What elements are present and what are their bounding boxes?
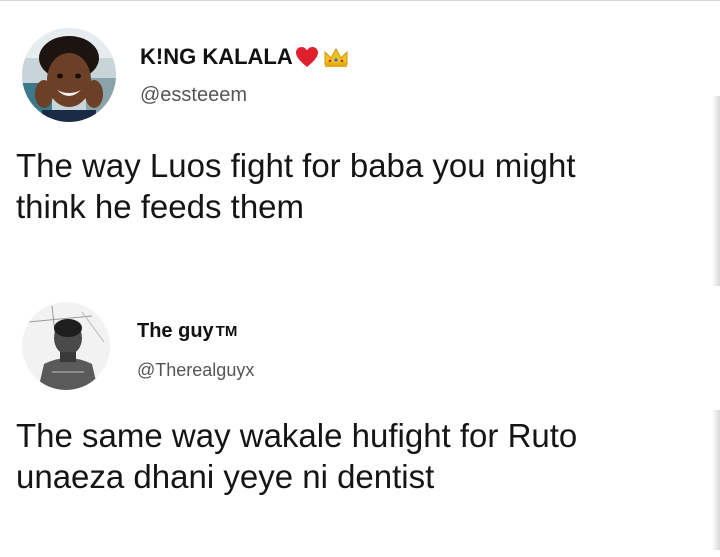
author-name-row[interactable]: K!NG KALALA	[140, 44, 349, 70]
display-name[interactable]: K!NG KALALA	[140, 44, 293, 70]
tweet-text-line: think he feeds them	[16, 187, 305, 225]
tweet-text: The way Luos fight for baba you might th…	[16, 146, 576, 227]
trademark-suffix: TM	[215, 323, 238, 340]
tweet-text-line: unaeza dhani yeye ni dentist	[16, 457, 435, 495]
tweet-text-line: The same way wakale hufight for Ruto	[16, 417, 578, 454]
scrollbar-edge-lower	[712, 410, 720, 550]
tweet-card[interactable]: The guy TM @Therealguyx The same way wak…	[0, 280, 712, 557]
crown-icon	[323, 46, 349, 68]
author-handle[interactable]: @Therealguyx	[137, 360, 254, 381]
display-name[interactable]: The guy	[137, 320, 214, 343]
heart-icon	[295, 46, 319, 68]
tweet-text-line: The way Luos fight for baba you might	[16, 147, 576, 184]
tweet-card[interactable]: K!NG KALALA @essteeem The way Luos fight…	[0, 0, 712, 280]
author-handle[interactable]: @essteeem	[140, 84, 247, 107]
scrollbar-edge	[712, 96, 720, 286]
avatar-photo	[22, 28, 116, 122]
author-name-row[interactable]: The guy TM	[137, 320, 237, 343]
avatar[interactable]	[22, 28, 116, 122]
avatar[interactable]	[22, 302, 110, 390]
tweet-text: The same way wakale hufight for Ruto una…	[16, 416, 577, 497]
avatar-photo	[22, 302, 110, 390]
